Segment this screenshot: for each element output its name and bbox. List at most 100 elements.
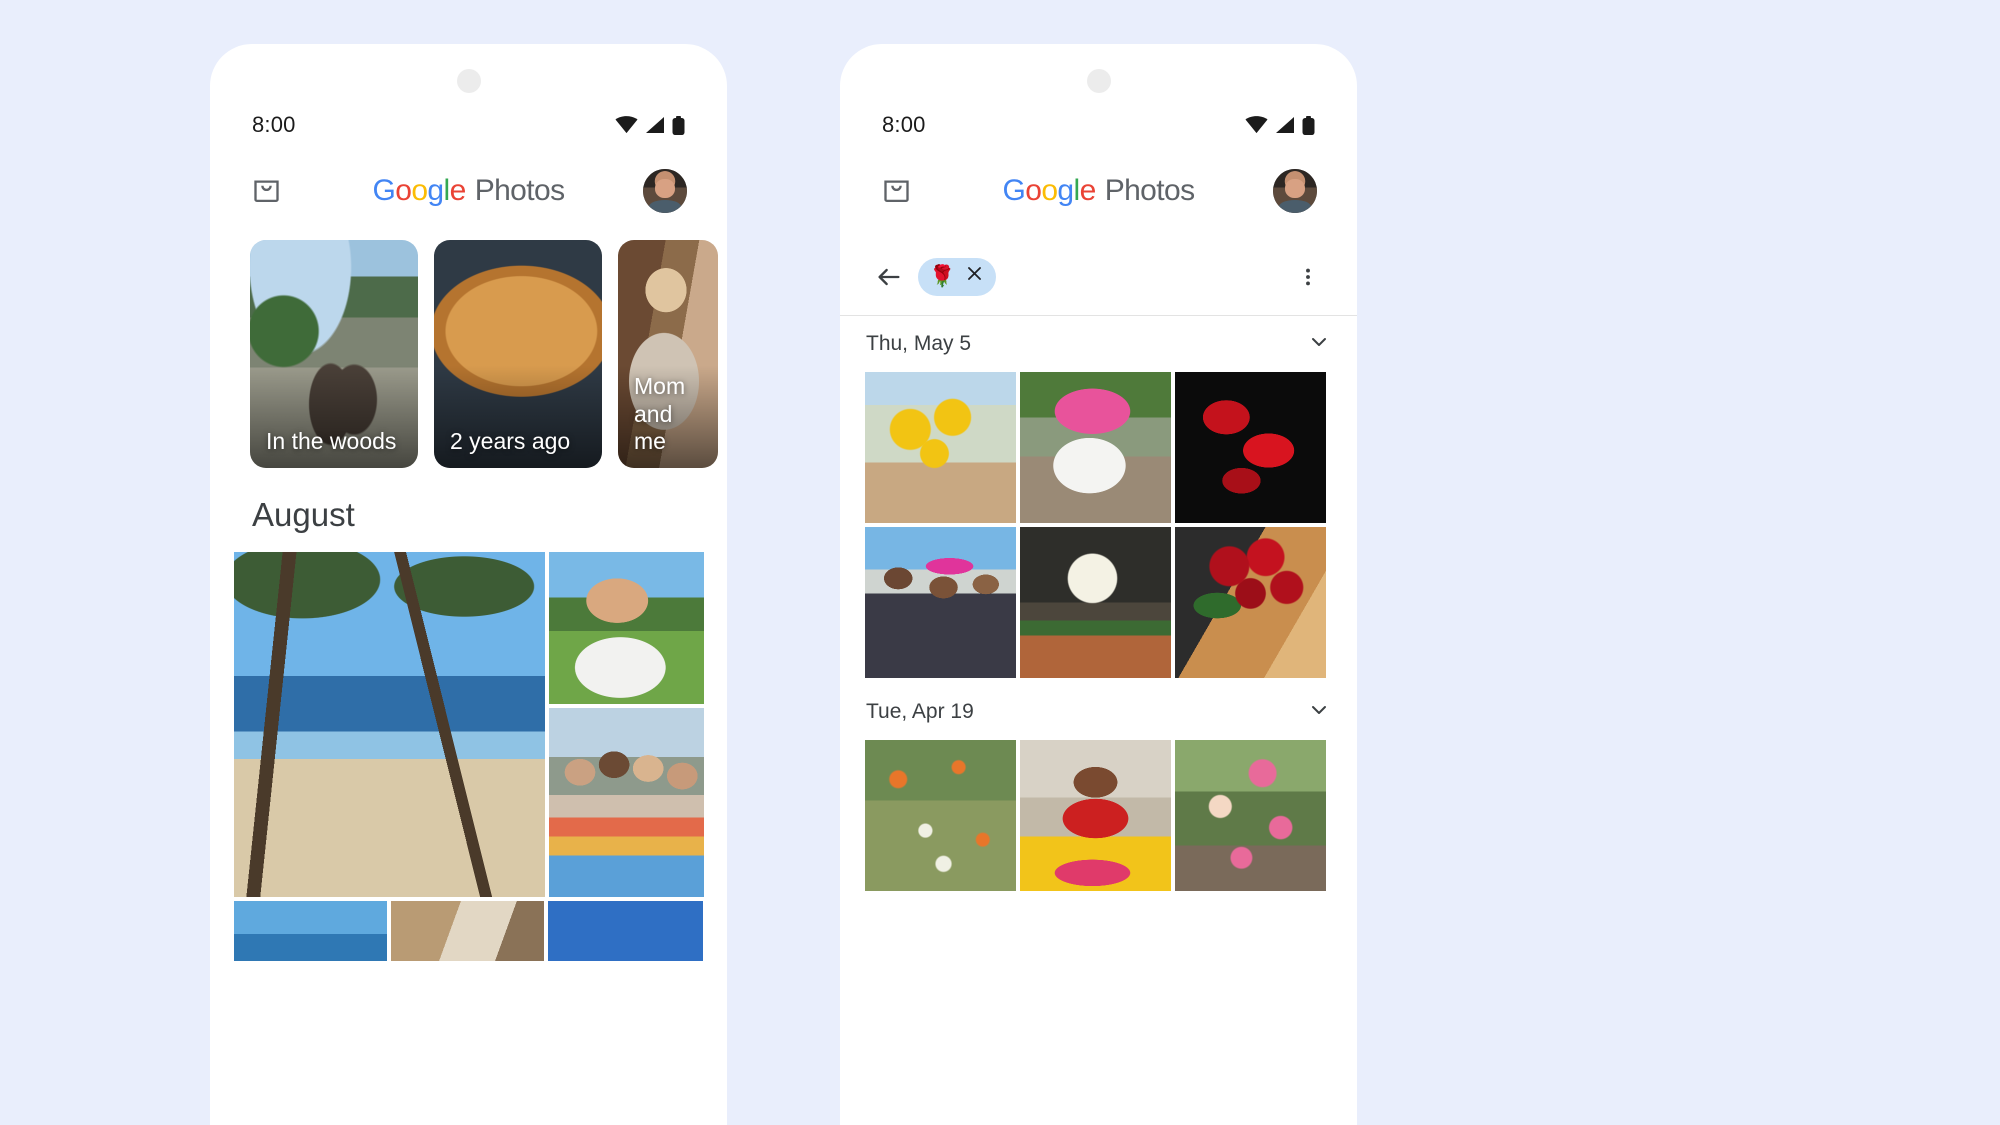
photo-group-detail <box>549 708 704 897</box>
battery-icon <box>672 115 685 135</box>
wordmark-photos: Photos <box>1104 174 1195 207</box>
google-photos-wordmark: Google Photos <box>936 174 1261 208</box>
tile-beach-tree[interactable] <box>234 552 545 897</box>
shopping-bag-icon[interactable] <box>250 172 283 210</box>
tile-pink-roses-on-trellis[interactable] <box>1175 740 1326 891</box>
date-label: Tue, Apr 19 <box>866 700 974 723</box>
tile-boy-in-park[interactable] <box>549 552 704 704</box>
tile-three-people-with-flowers[interactable] <box>865 527 1016 678</box>
rose-icon: 🌹 <box>929 265 956 288</box>
wordmark-letter-e: e <box>449 174 467 207</box>
tile-woman-in-red-with-flowers[interactable] <box>1020 740 1171 891</box>
app-bar-left: Google Photos <box>210 156 727 226</box>
signal-icon <box>1275 116 1295 134</box>
photo-grid-thu-may-5[interactable] <box>840 372 1357 678</box>
photo-hydrangea <box>1020 372 1171 523</box>
grid-row <box>234 552 704 897</box>
grid-row <box>234 901 704 961</box>
tile-red-tulips-on-black[interactable] <box>1175 372 1326 523</box>
tile-blue[interactable] <box>548 901 703 961</box>
avatar-face <box>1284 178 1306 199</box>
date-label: Thu, May 5 <box>866 332 972 355</box>
status-time: 8:00 <box>252 112 296 137</box>
screenshot-canvas: 8:00 Google Photos In the woods 2 years … <box>0 0 2000 1125</box>
chevron-down-icon[interactable] <box>1307 698 1331 727</box>
app-bar-right: Google Photos <box>840 156 1357 226</box>
date-header-thu-may-5[interactable]: Thu, May 5 <box>840 316 1357 372</box>
front-camera-dot <box>456 69 481 93</box>
chevron-down-icon[interactable] <box>1307 330 1331 359</box>
grid-row <box>865 740 1332 891</box>
wordmark-letter-o2: o <box>1041 174 1058 207</box>
grid-row <box>865 527 1332 678</box>
wordmark-letter-g: g <box>1057 174 1074 207</box>
status-icons <box>1245 115 1315 135</box>
memory-card-2-years-ago[interactable]: 2 years ago <box>434 240 602 468</box>
tile-pink-hydrangea-in-white-pot[interactable] <box>1020 372 1171 523</box>
wifi-icon <box>615 116 638 134</box>
photo-woman <box>1020 740 1171 891</box>
more-vert-icon[interactable] <box>1285 254 1331 300</box>
photo-grid-tue-apr-19[interactable] <box>840 740 1357 891</box>
front-camera-dot <box>1086 69 1111 93</box>
avatar-body <box>1279 199 1311 213</box>
wifi-icon <box>1245 116 1268 134</box>
wordmark-letter-o1: o <box>1025 174 1042 207</box>
tile-sunflowers-in-vase[interactable] <box>865 372 1016 523</box>
google-photos-wordmark: Google Photos <box>306 174 631 208</box>
search-chip-rose[interactable]: 🌹 <box>918 257 997 296</box>
date-header-tue-apr-19[interactable]: Tue, Apr 19 <box>840 684 1357 740</box>
tile-white-zinnia-in-pot[interactable] <box>1020 527 1171 678</box>
arrow-back-icon[interactable] <box>866 254 912 300</box>
wordmark-letter-G: G <box>1002 174 1026 207</box>
photo-tulips <box>1175 372 1326 523</box>
wordmark-letter-e: e <box>1079 174 1097 207</box>
wordmark-letter-o1: o <box>395 174 412 207</box>
tile-red-roses-bouquet[interactable] <box>1175 527 1326 678</box>
photo-grid-left[interactable] <box>234 552 704 965</box>
photo-pink-roses <box>1175 740 1326 891</box>
photo-boy-detail <box>549 552 704 704</box>
memory-card-mom-and-me[interactable]: Mom and me <box>618 240 718 468</box>
photo-sunflowers <box>865 372 1016 523</box>
memory-label: Mom and me <box>634 373 686 455</box>
search-results: Thu, May 5 Tue, Apr 19 <box>840 316 1357 895</box>
wordmark-letter-G: G <box>372 174 396 207</box>
avatar[interactable] <box>1273 169 1317 213</box>
status-bar-right: 8:00 <box>840 108 1357 142</box>
memory-card-in-the-woods[interactable]: In the woods <box>250 240 418 468</box>
phone-right: 8:00 Google Photos 🌹 Thu, May 5 Tue, Apr… <box>840 44 1357 1125</box>
photo-tree-detail <box>234 552 545 897</box>
photo-blue <box>548 901 703 961</box>
status-time: 8:00 <box>882 112 926 137</box>
tile-interior[interactable] <box>391 901 544 961</box>
status-bar-left: 8:00 <box>210 108 727 142</box>
memory-label: In the woods <box>266 428 397 455</box>
avatar-face <box>654 178 676 199</box>
avatar-body <box>649 199 681 213</box>
wordmark-letter-o2: o <box>411 174 428 207</box>
memory-label: 2 years ago <box>450 428 571 455</box>
photo-wildflowers <box>865 740 1016 891</box>
signal-icon <box>645 116 665 134</box>
photo-roses <box>1175 527 1326 678</box>
tile-sky-water[interactable] <box>234 901 387 961</box>
tile-wildflower-meadow[interactable] <box>865 740 1016 891</box>
memories-carousel[interactable]: In the woods 2 years ago Mom and me <box>250 240 718 468</box>
status-icons <box>615 115 685 135</box>
battery-icon <box>1302 115 1315 135</box>
wordmark-letter-g: g <box>427 174 444 207</box>
grid-row <box>865 372 1332 523</box>
avatar[interactable] <box>643 169 687 213</box>
photo-zinnia <box>1020 527 1171 678</box>
phone-left: 8:00 Google Photos In the woods 2 years … <box>210 44 727 1125</box>
tile-group-friends[interactable] <box>549 708 704 897</box>
photo-sky-water <box>234 901 387 961</box>
search-bar: 🌹 <box>840 238 1357 316</box>
photo-people <box>865 527 1016 678</box>
shopping-bag-icon[interactable] <box>880 172 913 210</box>
photo-interior <box>391 901 544 961</box>
close-icon[interactable] <box>965 264 984 289</box>
wordmark-photos: Photos <box>474 174 565 207</box>
page-title: August <box>252 496 355 533</box>
